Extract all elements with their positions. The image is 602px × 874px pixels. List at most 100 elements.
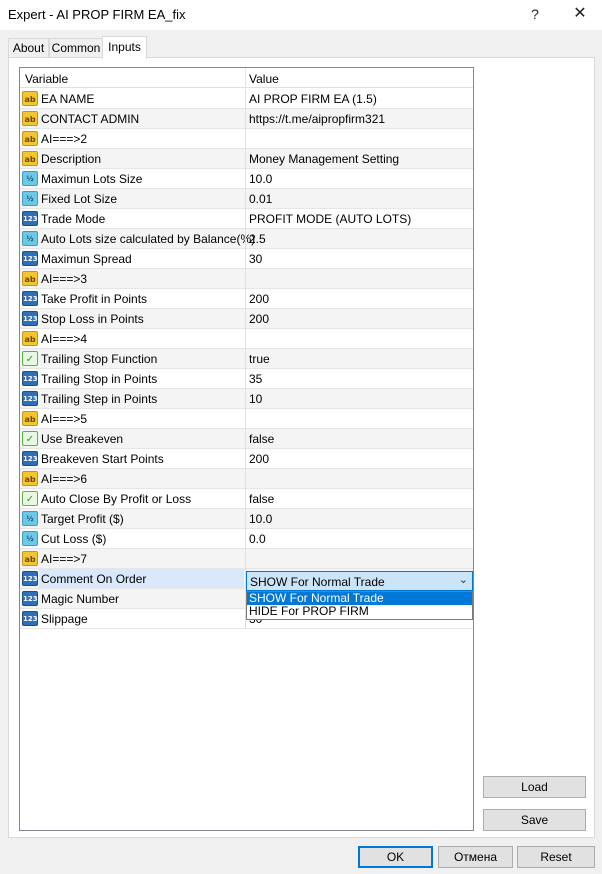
- variable-name: Trailing Stop in Points: [41, 372, 158, 386]
- column-header-variable[interactable]: Variable: [25, 72, 68, 86]
- integer-type-icon: 123: [22, 591, 38, 606]
- cell-separator: [245, 89, 246, 109]
- variable-value[interactable]: false: [249, 492, 274, 506]
- load-button[interactable]: Load: [483, 776, 586, 798]
- variable-value[interactable]: AI PROP FIRM EA (1.5): [249, 92, 377, 106]
- cell-separator: [245, 409, 246, 429]
- variable-value[interactable]: 35: [249, 372, 262, 386]
- variable-name: Trailing Step in Points: [41, 392, 158, 406]
- cell-separator: [245, 289, 246, 309]
- input-row[interactable]: ab AI===>2: [20, 129, 473, 149]
- inputs-grid: Variable Value ab EA NAME AI PROP FIRM EA …: [19, 67, 474, 831]
- window-title: Expert - AI PROP FIRM EA_fix: [8, 7, 186, 22]
- input-row[interactable]: ✓ Use Breakeven false: [20, 429, 473, 449]
- variable-value[interactable]: false: [249, 432, 274, 446]
- variable-value[interactable]: 200: [249, 292, 269, 306]
- string-type-icon: ab: [22, 91, 38, 106]
- variable-name: Take Profit in Points: [41, 292, 148, 306]
- cell-separator: [245, 229, 246, 249]
- tab-about[interactable]: About: [8, 38, 49, 58]
- tab-common[interactable]: Common: [49, 38, 103, 58]
- cell-separator: [245, 149, 246, 169]
- variable-value[interactable]: true: [249, 352, 270, 366]
- input-row[interactable]: ab AI===>3: [20, 269, 473, 289]
- input-row[interactable]: 123 Breakeven Start Points 200: [20, 449, 473, 469]
- input-row[interactable]: ½ Cut Loss ($) 0.0: [20, 529, 473, 549]
- column-separator[interactable]: [245, 68, 246, 88]
- input-row[interactable]: 123 Trailing Step in Points 10: [20, 389, 473, 409]
- string-type-icon: ab: [22, 471, 38, 486]
- variable-value[interactable]: 2.5: [249, 232, 266, 246]
- input-row[interactable]: 123 Trade Mode PROFIT MODE (AUTO LOTS): [20, 209, 473, 229]
- variable-value[interactable]: 200: [249, 452, 269, 466]
- variable-name: Breakeven Start Points: [41, 452, 164, 466]
- variable-name: AI===>7: [41, 552, 88, 566]
- double-type-icon: ½: [22, 171, 38, 186]
- input-row[interactable]: ½ Maximun Lots Size 10.0: [20, 169, 473, 189]
- integer-type-icon: 123: [22, 611, 38, 626]
- cell-separator: [245, 169, 246, 189]
- variable-value[interactable]: Money Management Setting: [249, 152, 399, 166]
- variable-name: CONTACT ADMIN: [41, 112, 140, 126]
- variable-name: Cut Loss ($): [41, 532, 107, 546]
- variable-value[interactable]: 200: [249, 312, 269, 326]
- input-row[interactable]: ½ Target Profit ($) 10.0: [20, 509, 473, 529]
- variable-value[interactable]: PROFIT MODE (AUTO LOTS): [249, 212, 411, 226]
- input-row[interactable]: ab AI===>7: [20, 549, 473, 569]
- input-row[interactable]: 123 Stop Loss in Points 200: [20, 309, 473, 329]
- variable-value[interactable]: https://t.me/aipropfirm321: [249, 112, 385, 126]
- reset-button[interactable]: Reset: [517, 846, 595, 868]
- input-row[interactable]: ab AI===>4: [20, 329, 473, 349]
- integer-type-icon: 123: [22, 211, 38, 226]
- variable-name: Magic Number: [41, 592, 120, 606]
- variable-name: Description: [41, 152, 102, 166]
- variable-name: Slippage: [41, 612, 88, 626]
- input-row[interactable]: ab AI===>6: [20, 469, 473, 489]
- input-row[interactable]: 123 Take Profit in Points 200: [20, 289, 473, 309]
- grid-header: Variable Value: [20, 68, 473, 88]
- input-row[interactable]: ✓ Trailing Stop Function true: [20, 349, 473, 369]
- variable-value[interactable]: 0.0: [249, 532, 266, 546]
- ok-button[interactable]: OK: [358, 846, 433, 868]
- integer-type-icon: 123: [22, 251, 38, 266]
- input-row[interactable]: 123 Trailing Stop in Points 35: [20, 369, 473, 389]
- cell-separator: [245, 349, 246, 369]
- input-row[interactable]: ab EA NAME AI PROP FIRM EA (1.5): [20, 89, 473, 109]
- variable-name: AI===>6: [41, 472, 88, 486]
- comment-on-order-select[interactable]: SHOW For Normal Trade ⌄: [246, 571, 473, 591]
- integer-type-icon: 123: [22, 571, 38, 586]
- cell-separator: [245, 189, 246, 209]
- input-row[interactable]: ab CONTACT ADMIN https://t.me/aipropfirm32…: [20, 109, 473, 129]
- save-button[interactable]: Save: [483, 809, 586, 831]
- help-button[interactable]: ?: [521, 3, 549, 25]
- cell-separator: [245, 389, 246, 409]
- input-row[interactable]: ½ Auto Lots size calculated by Balance(%)…: [20, 229, 473, 249]
- close-button[interactable]: ✕: [566, 3, 594, 25]
- variable-value[interactable]: 0.01: [249, 192, 272, 206]
- cell-separator: [245, 209, 246, 229]
- string-type-icon: ab: [22, 551, 38, 566]
- input-row[interactable]: ab Description Money Management Setting: [20, 149, 473, 169]
- cell-separator: [245, 249, 246, 269]
- tab-inputs[interactable]: Inputs: [102, 36, 147, 59]
- cell-separator: [245, 109, 246, 129]
- dropdown-option-hide[interactable]: HIDE For PROP FIRM: [247, 605, 472, 618]
- double-type-icon: ½: [22, 531, 38, 546]
- input-row[interactable]: ½ Fixed Lot Size 0.01: [20, 189, 473, 209]
- column-header-value[interactable]: Value: [249, 72, 279, 86]
- input-row[interactable]: ✓ Auto Close By Profit or Loss false: [20, 489, 473, 509]
- variable-name: AI===>3: [41, 272, 88, 286]
- variable-value[interactable]: 10: [249, 392, 262, 406]
- input-row[interactable]: 123 Maximun Spread 30: [20, 249, 473, 269]
- chevron-down-icon[interactable]: ⌄: [459, 573, 468, 586]
- variable-name: AI===>4: [41, 332, 88, 346]
- string-type-icon: ab: [22, 271, 38, 286]
- variable-value[interactable]: 30: [249, 252, 262, 266]
- variable-value[interactable]: 10.0: [249, 172, 272, 186]
- variable-name: EA NAME: [41, 92, 95, 106]
- grid-rows: ab EA NAME AI PROP FIRM EA (1.5) ab CONTACT …: [20, 89, 473, 629]
- variable-name: Auto Lots size calculated by Balance(%): [41, 232, 256, 246]
- cancel-button[interactable]: Отмена: [438, 846, 513, 868]
- input-row[interactable]: ab AI===>5: [20, 409, 473, 429]
- variable-value[interactable]: 10.0: [249, 512, 272, 526]
